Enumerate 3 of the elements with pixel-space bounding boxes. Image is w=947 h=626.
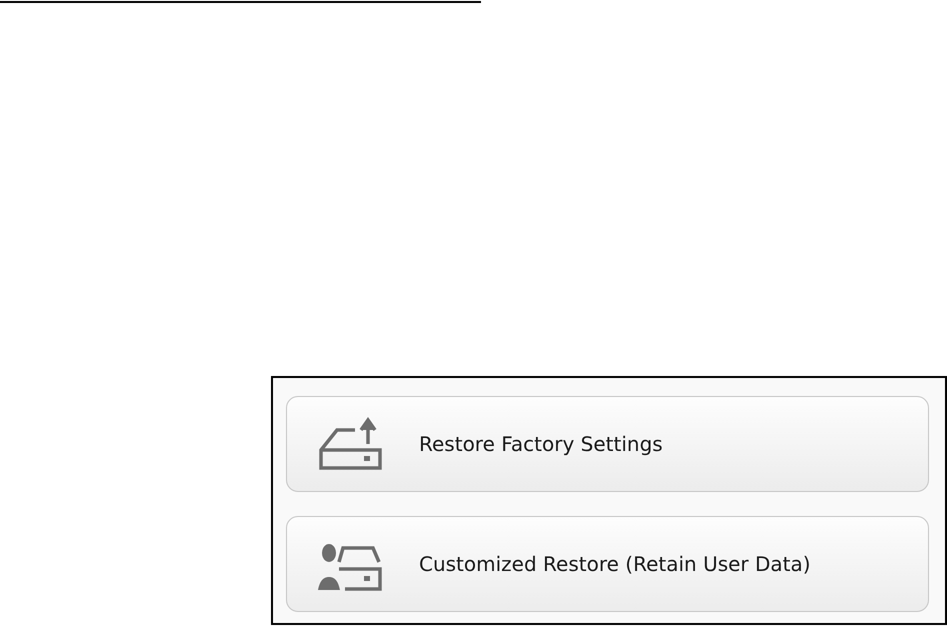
drive-upload-icon	[317, 416, 383, 472]
restore-option-button[interactable]: Customized Restore (Retain User Data)	[286, 516, 929, 612]
restore-option-button[interactable]: Restore Factory Settings	[286, 396, 929, 492]
